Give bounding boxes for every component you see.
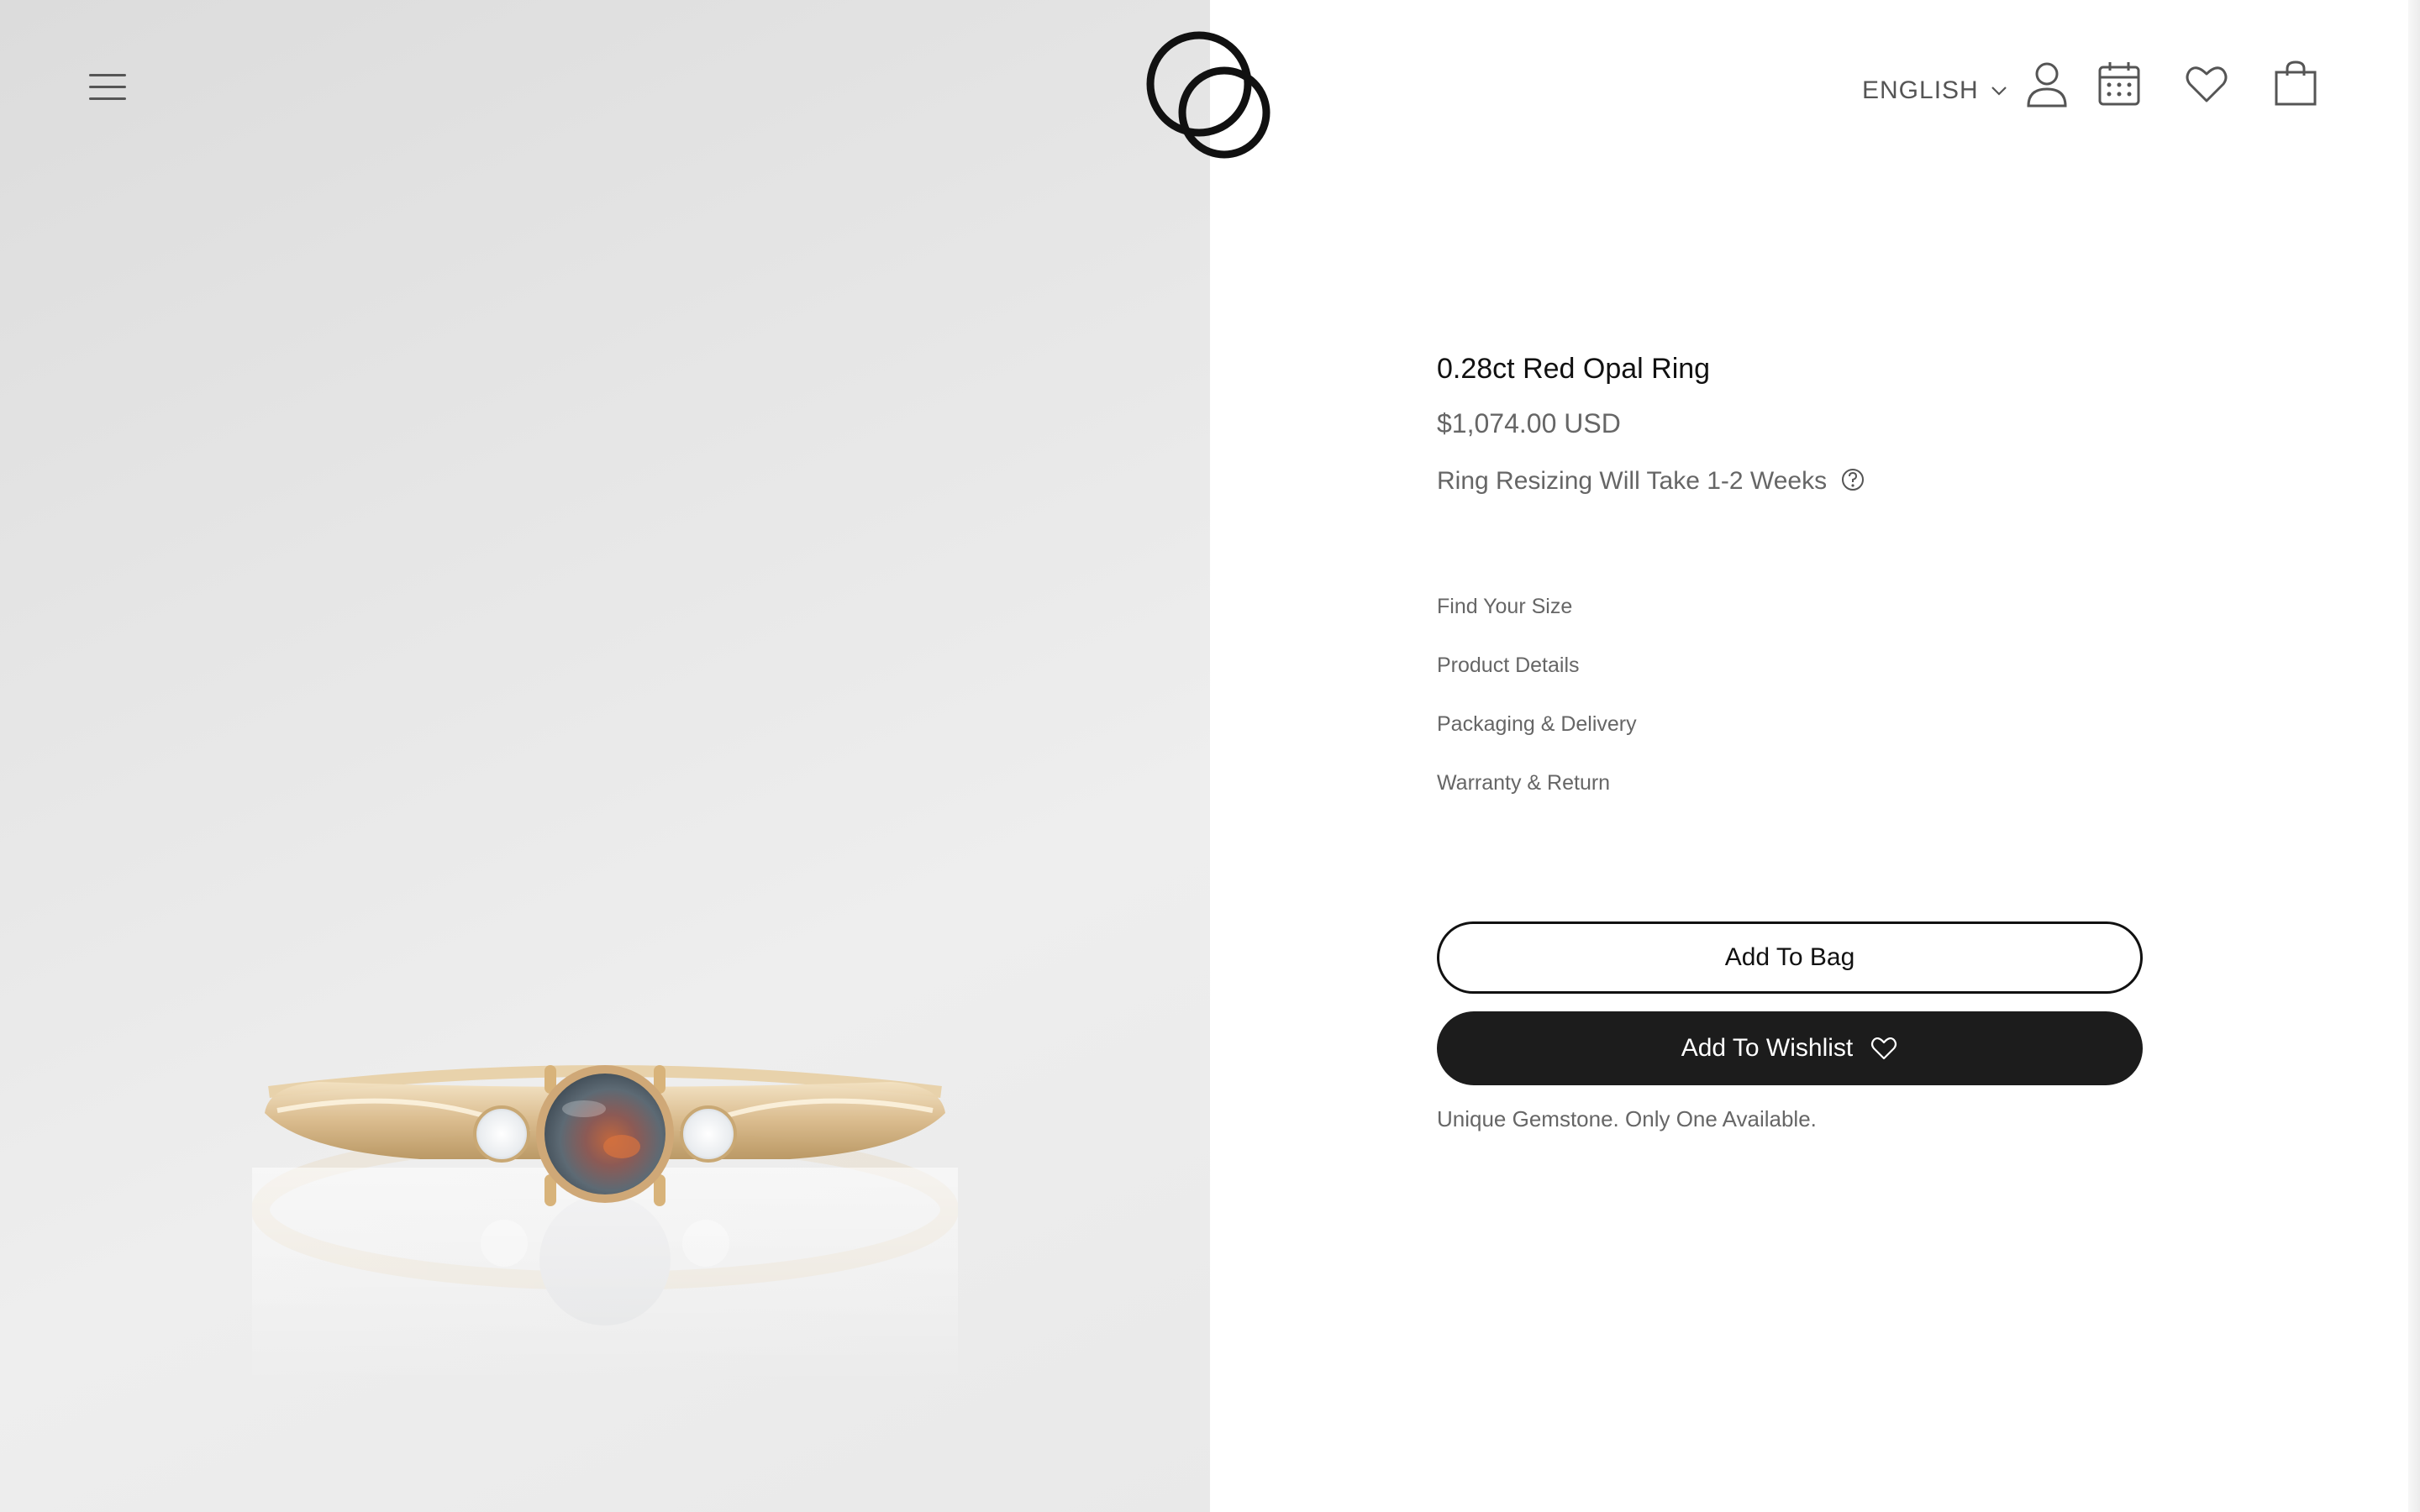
chevron-down-icon [1991, 87, 2007, 96]
opal-ring-image [252, 1065, 958, 1386]
find-your-size-link[interactable]: Find Your Size [1437, 595, 1572, 619]
packaging-delivery-link[interactable]: Packaging & Delivery [1437, 712, 1637, 737]
product-info-panel [1210, 0, 2420, 1512]
add-to-bag-label: Add To Bag [1724, 943, 1855, 971]
product-image-panel[interactable] [0, 0, 1210, 1512]
availability-note: Unique Gemstone. Only One Available. [1437, 1106, 1817, 1131]
language-label: ENGLISH [1862, 76, 1979, 104]
product-title: 0.28ct Red Opal Ring [1437, 353, 1711, 385]
add-to-wishlist-label: Add To Wishlist [1681, 1034, 1854, 1062]
calendar-icon[interactable] [2096, 59, 2143, 109]
warranty-return-link[interactable]: Warranty & Return [1437, 771, 1610, 795]
menu-button[interactable] [89, 74, 126, 108]
product-price: $1,074.00 USD [1437, 408, 1621, 438]
wishlist-heart-icon[interactable] [2183, 59, 2230, 109]
product-page: ENGLISH 0.28ct Red Opal Ring $1,074.00 U… [0, 0, 2420, 1512]
question-circle-icon[interactable] [1840, 467, 1865, 492]
hamburger-menu-icon-line-middle [89, 86, 126, 88]
hamburger-menu-icon-line-top [89, 74, 126, 76]
resize-note: Ring Resizing Will Take 1-2 Weeks [1437, 467, 1828, 495]
heart-outline-icon [1871, 1037, 1897, 1060]
account-icon[interactable] [2023, 59, 2070, 109]
language-selector[interactable]: ENGLISH [1862, 74, 2007, 108]
hamburger-menu-icon-line-bottom [89, 97, 126, 100]
brand-logo[interactable] [1139, 24, 1281, 162]
shopping-bag-icon[interactable] [2272, 59, 2319, 109]
scrollbar-track[interactable] [2408, 0, 2420, 1512]
product-details-link[interactable]: Product Details [1437, 654, 1580, 678]
add-to-bag-button[interactable]: Add To Bag [1437, 921, 2143, 994]
add-to-wishlist-button[interactable]: Add To Wishlist [1437, 1011, 2143, 1085]
